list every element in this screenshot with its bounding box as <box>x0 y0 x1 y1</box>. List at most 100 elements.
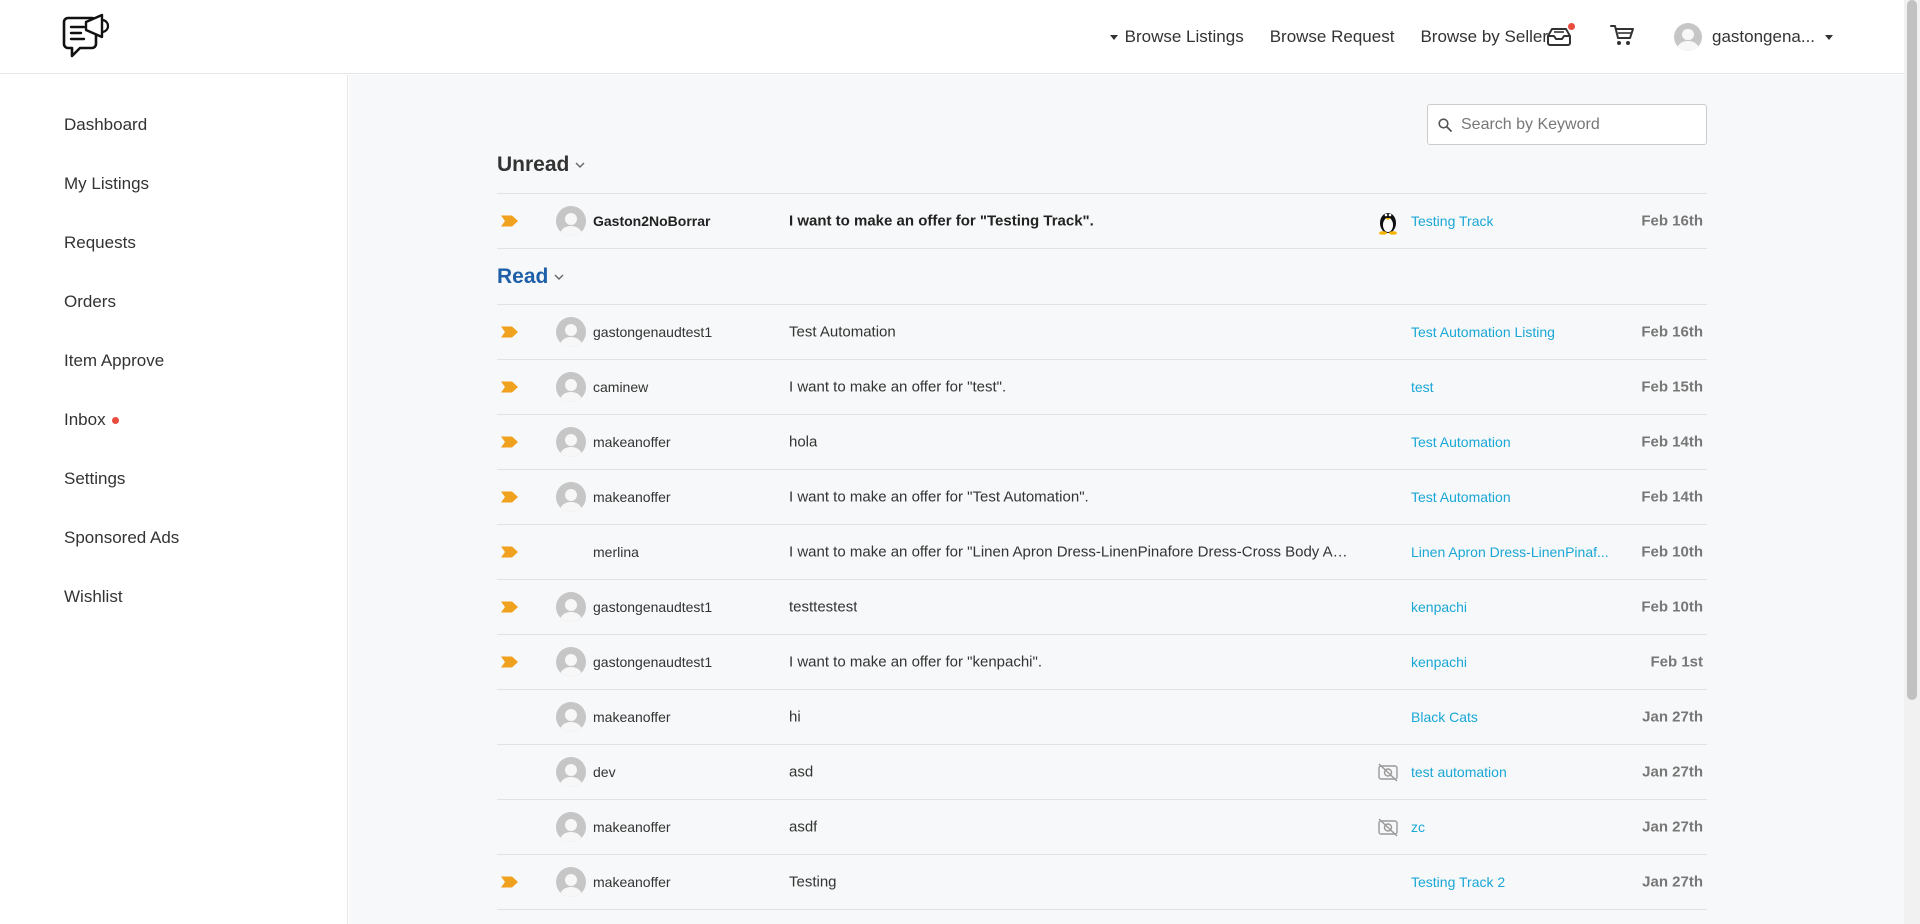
unread-indicator-dot <box>111 416 119 424</box>
sidebar-item-inbox[interactable]: Inbox <box>64 410 119 430</box>
message-date: Feb 1st <box>1650 653 1703 671</box>
sidebar-item-my-listings[interactable]: My Listings <box>64 174 149 194</box>
sender-name: dev <box>593 764 616 780</box>
sender-avatar <box>556 867 586 897</box>
main-nav: Browse Listings Browse Request Browse by… <box>1084 0 1548 74</box>
sender-avatar <box>556 647 586 677</box>
listing-link[interactable]: Test Automation <box>1411 489 1511 505</box>
message-row[interactable]: gastongenaudtest1 I want to make an offer… <box>497 635 1707 690</box>
priority-tag-icon <box>501 326 518 338</box>
priority-tag-icon <box>501 215 518 227</box>
browse-listings-label: Browse Listings <box>1124 27 1244 46</box>
message-subject: I want to make an offer for "Testing Tra… <box>789 212 1094 230</box>
message-date: Jan 27th <box>1642 818 1703 836</box>
message-date: Feb 10th <box>1641 598 1703 616</box>
search-input[interactable] <box>1461 115 1691 134</box>
listing-link[interactable]: zc <box>1411 819 1425 835</box>
sender-avatar <box>556 702 586 732</box>
sidebar-item-orders[interactable]: Orders <box>64 292 116 312</box>
sidebar-item-item-approve[interactable]: Item Approve <box>64 351 164 371</box>
megaphone-chat-logo-icon[interactable] <box>62 12 110 62</box>
sidebar-item-wishlist[interactable]: Wishlist <box>64 587 123 607</box>
message-row[interactable]: makeanoffer hi Black Cats Jan 27th <box>497 690 1707 745</box>
search-box[interactable] <box>1427 104 1707 145</box>
message-date: Feb 10th <box>1641 543 1703 561</box>
user-menu[interactable]: gastongena... <box>1674 19 1834 55</box>
read-section-toggle[interactable]: Read <box>497 265 564 289</box>
browse-by-seller-link[interactable]: Browse by Seller <box>1420 27 1548 47</box>
sidebar-item-requests[interactable]: Requests <box>64 233 136 253</box>
listing-link[interactable]: Test Automation Listing <box>1411 324 1555 340</box>
scrollbar-thumb[interactable] <box>1907 0 1917 700</box>
message-date: Jan 27th <box>1642 708 1703 726</box>
priority-tag-icon <box>501 436 518 448</box>
sidebar-item-settings[interactable]: Settings <box>64 469 125 489</box>
chevron-down-icon <box>554 274 564 280</box>
message-row[interactable]: Gaston2NoBorrar I want to make an offer f… <box>497 194 1707 249</box>
caret-down-icon <box>1825 34 1834 40</box>
listing-link[interactable]: Testing Track 2 <box>1411 874 1505 890</box>
listing-link[interactable]: Testing Track <box>1411 213 1493 229</box>
sender-avatar <box>556 317 586 347</box>
message-row[interactable]: dev asd test automation Jan 27th <box>497 745 1707 800</box>
sender-avatar <box>556 427 586 457</box>
message-row[interactable]: makeanoffer Testing Testing Track 2 Jan 27t… <box>497 855 1707 910</box>
sender-name: makeanoffer <box>593 489 671 505</box>
priority-tag-icon <box>501 601 518 613</box>
listing-link[interactable]: kenpachi <box>1411 599 1467 615</box>
inbox-tray-button[interactable] <box>1545 22 1575 52</box>
priority-tag-icon <box>501 491 518 503</box>
message-date: Feb 15th <box>1641 378 1703 396</box>
sender-avatar <box>556 206 586 236</box>
listing-link[interactable]: Black Cats <box>1411 709 1478 725</box>
listing-link[interactable]: test <box>1411 379 1434 395</box>
sender-avatar <box>556 592 586 622</box>
priority-tag-icon <box>501 546 518 558</box>
sender-name: makeanoffer <box>593 434 671 450</box>
sidebar-item-dashboard[interactable]: Dashboard <box>64 115 147 135</box>
search-icon <box>1438 117 1452 132</box>
priority-tag-icon <box>501 656 518 668</box>
listing-link[interactable]: kenpachi <box>1411 654 1467 670</box>
sidebar-item-sponsored-ads[interactable]: Sponsored Ads <box>64 528 179 548</box>
message-subject: I want to make an offer for "test". <box>789 378 1007 396</box>
user-name: gastongena... <box>1712 27 1816 46</box>
cart-button[interactable] <box>1609 22 1639 52</box>
message-subject: testtestest <box>789 598 858 616</box>
no-image-icon <box>1378 818 1398 837</box>
sender-name: makeanoffer <box>593 819 671 835</box>
sender-name: merlina <box>593 544 639 560</box>
user-avatar <box>1674 23 1702 51</box>
browse-listings-dropdown[interactable]: Browse Listings <box>1109 27 1244 47</box>
top-header: Browse Listings Browse Request Browse by… <box>0 0 1904 74</box>
unread-section-toggle[interactable]: Unread <box>497 153 585 177</box>
listing-link[interactable]: Linen Apron Dress-LinenPinaf... <box>1411 544 1609 560</box>
message-subject: hi <box>789 708 801 726</box>
sidebar-item-label: Inbox <box>64 410 106 429</box>
message-date: Feb 16th <box>1641 212 1703 230</box>
caret-down-icon <box>1109 34 1118 40</box>
browse-request-link[interactable]: Browse Request <box>1270 27 1395 47</box>
unread-title: Unread <box>497 153 570 176</box>
read-title: Read <box>497 265 549 288</box>
notification-dot <box>1568 23 1575 30</box>
message-subject: asdf <box>789 818 818 836</box>
priority-tag-icon <box>501 381 518 393</box>
message-row[interactable]: makeanoffer hola Test Automation Feb 14th <box>497 415 1707 470</box>
listing-link[interactable]: Test Automation <box>1411 434 1511 450</box>
message-row[interactable]: gastongenaudtest1 Test Automation Test Aut… <box>497 305 1707 360</box>
sender-avatar <box>556 372 586 402</box>
listing-link[interactable]: test automation <box>1411 764 1507 780</box>
sender-name: makeanoffer <box>593 874 671 890</box>
message-date: Feb 14th <box>1641 433 1703 451</box>
message-row[interactable]: gastongenaudtest1 testtestest kenpachi Feb … <box>497 580 1707 635</box>
page-scrollbar[interactable] <box>1904 0 1920 924</box>
sidebar: Dashboard My Listings Requests Orders It… <box>0 75 348 924</box>
message-row[interactable]: makeanoffer asdf zc Jan 27th <box>497 800 1707 855</box>
message-row[interactable]: makeanoffer I want to make an offer for "… <box>497 470 1707 525</box>
message-subject: Test Automation <box>789 323 896 341</box>
message-date: Jan 27th <box>1642 873 1703 891</box>
message-date: Feb 14th <box>1641 488 1703 506</box>
message-row[interactable]: caminew I want to make an offer for "test… <box>497 360 1707 415</box>
message-row[interactable]: merlina I want to make an offer for "Line… <box>497 525 1707 580</box>
